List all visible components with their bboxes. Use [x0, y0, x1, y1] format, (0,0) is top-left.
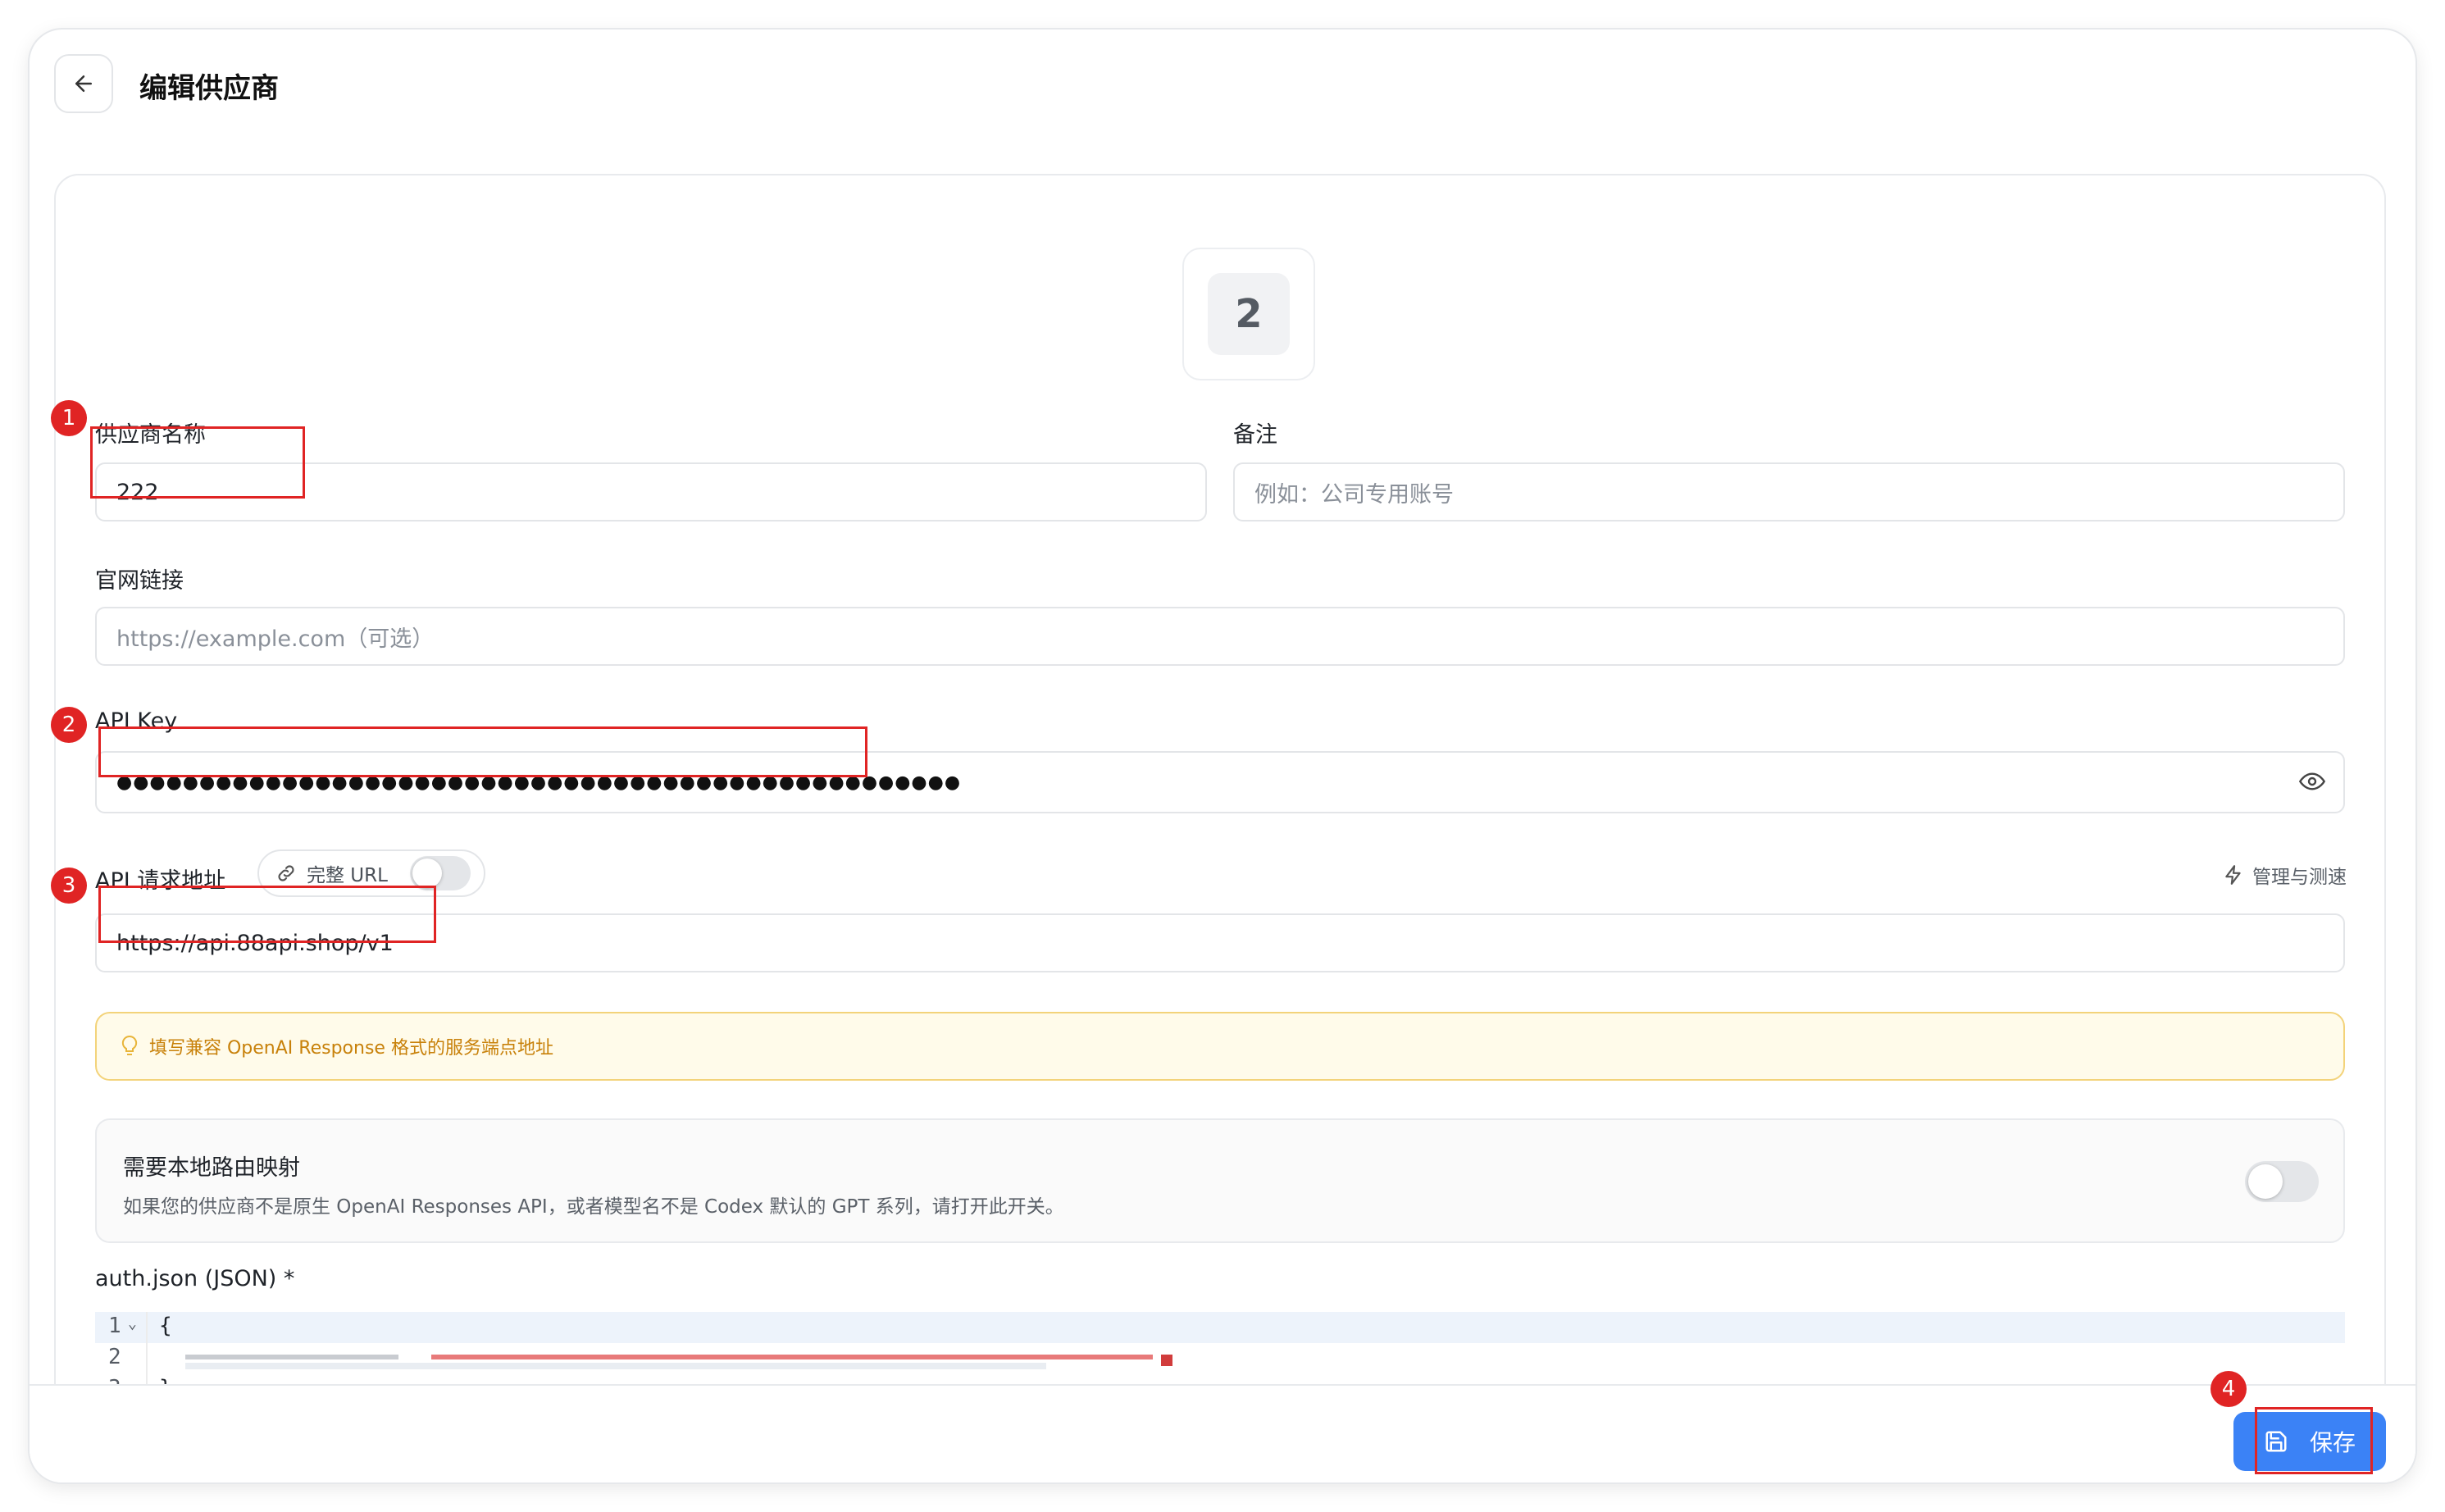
- route-mapping-description: 如果您的供应商不是原生 OpenAI Responses API，或者模型名不是…: [123, 1196, 1064, 1218]
- website-placeholder: https://example.com（可选）: [116, 626, 435, 652]
- route-mapping-panel: 需要本地路由映射 如果您的供应商不是原生 OpenAI Responses AP…: [95, 1118, 2345, 1243]
- back-button[interactable]: [54, 54, 113, 113]
- switch-knob: [412, 858, 442, 888]
- footer-bar: [30, 1384, 2415, 1482]
- hint-text: 填写兼容 OpenAI Response 格式的服务端点地址: [149, 1038, 553, 1059]
- note-label: 备注: [1233, 422, 1277, 448]
- editor-window: 编辑供应商 2 供应商名称 222 备注 例如：公司专用账号 官网链接 http…: [30, 30, 2415, 1482]
- manage-speedtest-label: 管理与测速: [2252, 867, 2347, 888]
- eye-icon[interactable]: [2299, 771, 2325, 792]
- annotation-marker-3: 3: [51, 868, 87, 904]
- note-placeholder: 例如：公司专用账号: [1254, 481, 1454, 508]
- website-label: 官网链接: [95, 568, 184, 594]
- lightning-icon: [2225, 865, 2241, 885]
- manage-speedtest-link[interactable]: 管理与测速: [2223, 861, 2347, 889]
- route-mapping-switch[interactable]: [2245, 1161, 2319, 1202]
- provider-avatar[interactable]: 2: [1182, 248, 1315, 380]
- auth-json-label: auth.json (JSON) *: [95, 1266, 295, 1291]
- line-number: 2: [108, 1345, 121, 1369]
- full-url-label: 完整 URL: [307, 865, 388, 886]
- annotation-box-1: [90, 426, 305, 499]
- provider-form-card: 2 供应商名称 222 备注 例如：公司专用账号 官网链接 https://ex…: [54, 174, 2386, 1455]
- link-icon: [278, 865, 294, 881]
- code-line: 2: [95, 1343, 2345, 1374]
- annotation-marker-1: 1: [51, 400, 87, 436]
- website-input[interactable]: https://example.com（可选）: [95, 607, 2345, 666]
- endpoint-hint: 填写兼容 OpenAI Response 格式的服务端点地址: [95, 1012, 2345, 1081]
- annotation-box-2: [98, 726, 867, 777]
- fold-chevron-icon[interactable]: ⌄: [128, 1315, 137, 1332]
- page-title: 编辑供应商: [139, 72, 279, 105]
- arrow-left-icon: [75, 75, 92, 92]
- avatar-text: 2: [1208, 273, 1290, 355]
- route-mapping-title: 需要本地路由映射: [123, 1155, 300, 1181]
- note-input[interactable]: 例如：公司专用账号: [1233, 462, 2345, 521]
- code-text: {: [159, 1314, 172, 1338]
- lightbulb-icon: [121, 1035, 138, 1055]
- annotation-box-4: [2255, 1407, 2373, 1474]
- redacted-code-text: [185, 1355, 1172, 1369]
- annotation-marker-2: 2: [51, 707, 87, 743]
- annotation-box-3: [98, 886, 436, 943]
- switch-knob: [2248, 1164, 2283, 1199]
- code-line: 1 ⌄ {: [95, 1312, 2345, 1343]
- annotation-marker-4: 4: [2211, 1371, 2247, 1407]
